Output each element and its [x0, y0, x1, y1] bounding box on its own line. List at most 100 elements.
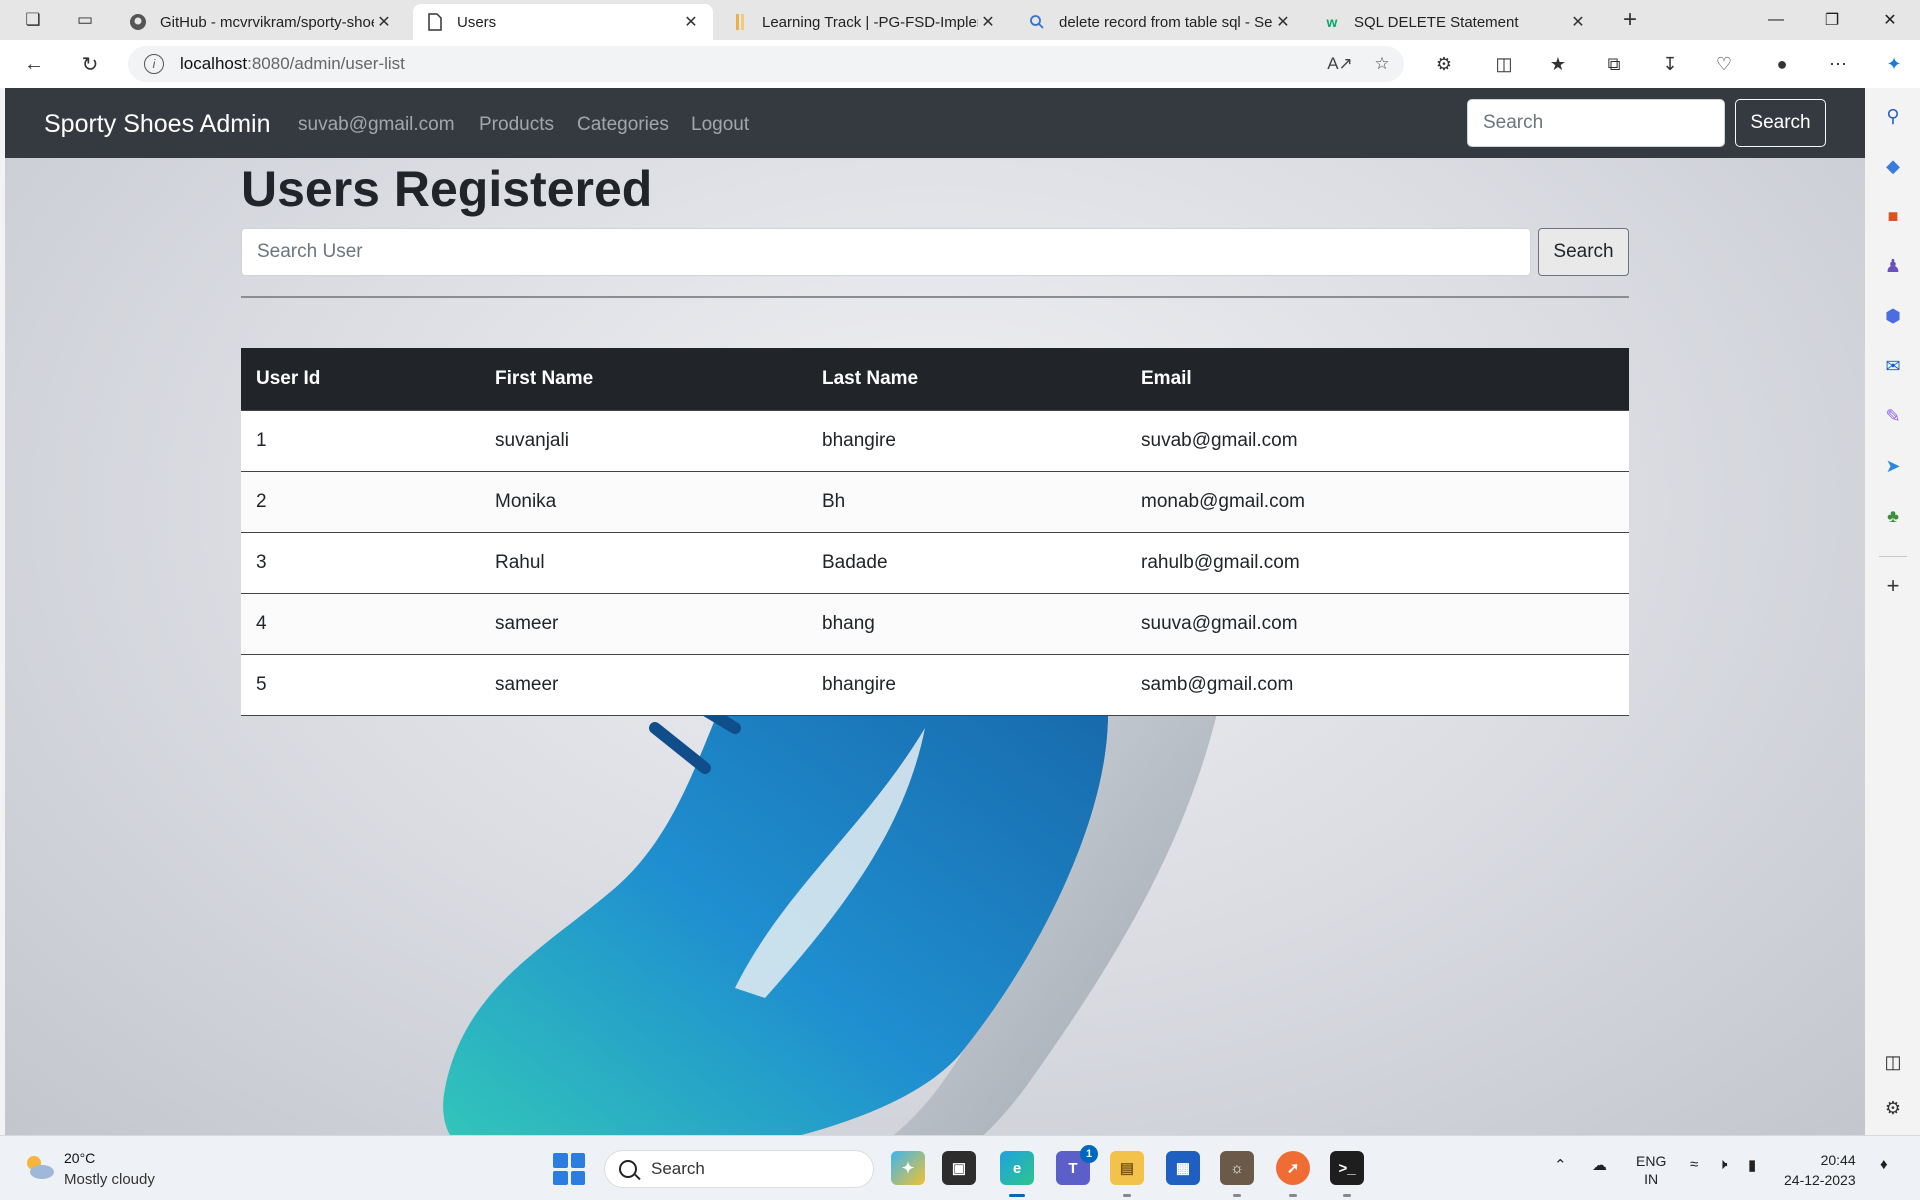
eclipse-app-icon[interactable]: ☼ [1220, 1151, 1254, 1185]
workspaces-icon[interactable]: ❏ [18, 6, 48, 34]
onedrive-cloud-icon[interactable]: ☁ [1592, 1156, 1607, 1174]
column-header-user-id: User Id [241, 348, 480, 410]
search-icon[interactable]: ⚲ [1879, 102, 1907, 130]
extensions-icon[interactable]: ⚙ [1426, 48, 1462, 80]
site-info-icon[interactable]: i [144, 54, 164, 74]
navbar-search-button[interactable]: Search [1735, 99, 1826, 147]
sidebar-toggle-icon[interactable]: ◫ [1879, 1048, 1907, 1076]
nav-link-user-email[interactable]: suvab@gmail.com [298, 114, 455, 136]
new-tab-icon[interactable]: + [1615, 6, 1645, 34]
column-header-first-name: First Name [480, 348, 807, 410]
close-icon[interactable]: ✕ [681, 12, 701, 32]
table-header-row: User Id First Name Last Name Email [241, 348, 1629, 410]
close-icon[interactable]: ✕ [1568, 12, 1588, 32]
cell-last-name: bhangire [807, 409, 1126, 471]
column-header-last-name: Last Name [807, 348, 1126, 410]
favorites-icon[interactable]: ★ [1540, 48, 1576, 80]
task-view-icon[interactable]: ▣ [942, 1151, 976, 1185]
sidebar-separator [1879, 556, 1907, 557]
tab-title: Learning Track | -PG-FSD-Implementation [762, 13, 978, 31]
battery-icon[interactable]: ▮ [1748, 1156, 1756, 1174]
outlook-icon[interactable]: ✉ [1879, 352, 1907, 380]
designer-icon[interactable]: ✎ [1879, 402, 1907, 430]
microsoft-store-icon[interactable]: ▦ [1166, 1151, 1200, 1185]
navbar-search-input[interactable] [1467, 99, 1725, 147]
windows-start-icon[interactable] [553, 1153, 585, 1185]
url-field[interactable]: i localhost:8080/admin/user-list A​↗ ☆ [128, 46, 1404, 82]
tab-learning-track[interactable]: Learning Track | -PG-FSD-Implementation … [718, 4, 1010, 40]
running-indicator [1009, 1194, 1025, 1197]
cell-last-name: Bh [807, 470, 1126, 532]
region-code: IN [1644, 1171, 1659, 1187]
cell-first-name: suvanjali [480, 409, 807, 471]
show-hidden-icons-icon[interactable]: ⌃ [1554, 1156, 1567, 1174]
terminal-app-icon[interactable]: >_ [1330, 1151, 1364, 1185]
navbar-brand[interactable]: Sporty Shoes Admin [44, 110, 271, 139]
profile-icon[interactable]: ● [1764, 48, 1800, 80]
search-icon [1027, 12, 1047, 32]
cell-last-name: bhangire [807, 653, 1126, 716]
nav-link-categories[interactable]: Categories [577, 114, 669, 136]
cloudy-weather-icon[interactable] [22, 1152, 56, 1182]
read-aloud-icon[interactable]: A​↗ [1324, 46, 1356, 82]
user-search-button[interactable]: Search [1538, 228, 1629, 276]
tab-sql-delete[interactable]: w SQL DELETE Statement ✕ [1310, 4, 1600, 40]
tab-search[interactable]: delete record from table sql - Search ✕ [1015, 4, 1305, 40]
clock-time: 20:44 [1820, 1152, 1856, 1168]
split-screen-icon[interactable]: ◫ [1486, 48, 1522, 80]
downloads-icon[interactable]: ↧ [1652, 48, 1688, 80]
system-clock[interactable]: 20:44 24-12-2023 [1784, 1150, 1856, 1190]
nav-link-products[interactable]: Products [479, 114, 554, 136]
teams-app-icon[interactable]: T1 [1056, 1145, 1098, 1185]
edge-app-icon[interactable]: e [1000, 1151, 1034, 1185]
tab-github[interactable]: GitHub - mcvrvikram/sporty-shoes ✕ [116, 4, 406, 40]
close-icon[interactable]: ✕ [374, 12, 394, 32]
user-search-input[interactable] [241, 228, 1531, 276]
page-icon [425, 12, 445, 32]
taskbar-search[interactable]: Search [604, 1150, 874, 1188]
collections-icon[interactable]: ⧉ [1596, 48, 1632, 80]
add-icon[interactable]: + [1879, 572, 1907, 600]
games-icon[interactable]: ♟ [1879, 252, 1907, 280]
close-icon[interactable]: ✕ [978, 12, 998, 32]
copilot-app-icon[interactable]: ✦ [891, 1151, 925, 1185]
file-explorer-icon[interactable]: ▤ [1110, 1151, 1144, 1185]
cell-first-name: Rahul [480, 531, 807, 593]
cell-email: suuva@gmail.com [1126, 592, 1629, 654]
notification-bell-icon[interactable]: ♦ [1880, 1156, 1888, 1173]
close-window-icon[interactable]: ✕ [1862, 0, 1918, 40]
edge-sidebar: ⚲ ◆ ■ ♟ ⬢ ✉ ✎ ➤ ♣ + ◫ ⚙ [1865, 88, 1920, 1135]
microsoft-365-icon[interactable]: ⬢ [1879, 302, 1907, 330]
cell-user-id: 2 [241, 470, 480, 532]
volume-muted-icon[interactable]: 🕨 [1718, 1156, 1727, 1173]
minimize-icon[interactable]: — [1748, 0, 1804, 40]
settings-gear-icon[interactable]: ⚙ [1879, 1094, 1907, 1122]
tree-icon[interactable]: ♣ [1879, 502, 1907, 530]
copilot-icon[interactable]: ✦ [1876, 48, 1912, 80]
postman-app-icon[interactable]: ➚ [1276, 1151, 1310, 1185]
cell-email: rahulb@gmail.com [1126, 531, 1629, 593]
nav-link-logout[interactable]: Logout [691, 114, 749, 136]
tab-title: delete record from table sql - Search [1059, 13, 1273, 31]
browser-essentials-icon[interactable]: ♡ [1706, 48, 1742, 80]
tools-icon[interactable]: ■ [1879, 202, 1907, 230]
send-icon[interactable]: ➤ [1879, 452, 1907, 480]
favorite-star-icon[interactable]: ☆ [1366, 46, 1398, 82]
cell-email: samb@gmail.com [1126, 653, 1629, 716]
weather-temperature: 20°C [64, 1150, 96, 1166]
cell-user-id: 5 [241, 653, 480, 716]
running-indicator [1343, 1194, 1351, 1197]
restore-icon[interactable]: ❐ [1804, 0, 1860, 40]
wifi-icon[interactable]: ≈ [1690, 1156, 1698, 1173]
close-icon[interactable]: ✕ [1273, 12, 1293, 32]
weather-description: Mostly cloudy [64, 1171, 155, 1188]
tab-users[interactable]: Users ✕ [413, 4, 713, 40]
more-menu-icon[interactable]: ⋯ [1820, 48, 1856, 80]
refresh-icon[interactable]: ↻ [72, 48, 108, 80]
input-language[interactable]: ENG IN [1636, 1152, 1666, 1188]
shopping-icon[interactable]: ◆ [1879, 152, 1907, 180]
back-icon[interactable]: ← [16, 48, 52, 80]
tab-actions-icon[interactable]: ▭ [70, 6, 100, 34]
cell-last-name: bhang [807, 592, 1126, 654]
cell-user-id: 4 [241, 592, 480, 654]
